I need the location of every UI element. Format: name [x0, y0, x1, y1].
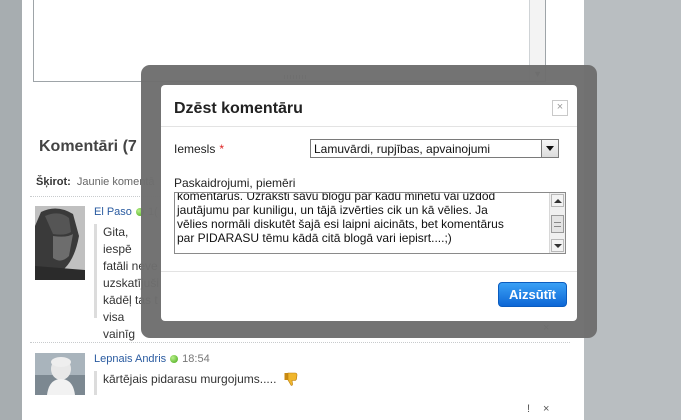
- reason-label-text: Iemesls: [174, 142, 216, 156]
- comment-author-link[interactable]: Lepnais Andris: [94, 353, 166, 365]
- close-icon[interactable]: ×: [552, 100, 568, 116]
- sort-bar: Šķirot: Jaunie komentā: [36, 176, 155, 188]
- dialog-title: Dzēst komentāru: [174, 100, 303, 117]
- online-status-icon: [170, 355, 179, 363]
- avatar[interactable]: [35, 353, 85, 395]
- page-right-margin: [584, 0, 681, 420]
- avatar-image: [35, 206, 85, 280]
- notes-line: par PIDARASU tēmu kādā citā blogā vari i…: [177, 231, 452, 245]
- scroll-up-icon[interactable]: [551, 194, 564, 207]
- notes-line: jautājumu par kuniligu, un tājā izvērtie…: [177, 203, 488, 217]
- comment-author-link[interactable]: El Paso: [94, 206, 132, 218]
- notes-textarea[interactable]: komentārus. Uzraksti savu blogu par kādu…: [174, 192, 566, 254]
- submit-button[interactable]: Aizsūtīt: [498, 282, 567, 307]
- comment-text: kārtējais pidarasu murgojums.....: [94, 371, 298, 395]
- scroll-down-icon[interactable]: [551, 239, 564, 252]
- report-comment-icon[interactable]: !: [527, 403, 530, 415]
- avatar[interactable]: [35, 206, 85, 280]
- dialog-divider: [161, 126, 577, 127]
- delete-comment-dialog: Dzēst komentāru × Iemesls * Lamuvārdi, ru…: [161, 85, 577, 321]
- notes-label: Paskaidrojumi, piemēri: [174, 176, 296, 190]
- required-mark: *: [219, 142, 225, 156]
- notes-text: komentārus. Uzraksti savu blogu par kādu…: [177, 192, 549, 245]
- reason-select[interactable]: Lamuvārdi, rupjības, apvainojumi: [310, 139, 559, 158]
- thumb-down-icon[interactable]: [284, 372, 298, 386]
- page-left-strip: [0, 0, 22, 420]
- comment-header: Lepnais Andris 18:54: [94, 353, 210, 365]
- notes-line: komentārus. Uzraksti savu blogu par kādu…: [177, 192, 496, 203]
- scroll-thumb[interactable]: [551, 215, 564, 233]
- notes-line: vēlies normāli diskutēt šajā esi laipni …: [177, 217, 504, 231]
- sort-label: Šķirot:: [36, 176, 71, 188]
- comment-time: 18:54: [182, 353, 210, 365]
- avatar-image: [35, 353, 85, 395]
- comments-title: Komentāri (7: [39, 138, 137, 155]
- comment-text-line: kārtējais pidarasu murgojums.....: [103, 372, 277, 386]
- chevron-down-icon[interactable]: [541, 140, 558, 157]
- reason-select-value: Lamuvārdi, rupjības, apvainojumi: [314, 142, 491, 156]
- reason-label: Iemesls *: [174, 142, 224, 156]
- delete-comment-icon[interactable]: ×: [543, 403, 549, 415]
- dialog-divider: [161, 271, 577, 272]
- comment-separator: [30, 342, 570, 343]
- textarea-scrollbar[interactable]: [549, 193, 565, 253]
